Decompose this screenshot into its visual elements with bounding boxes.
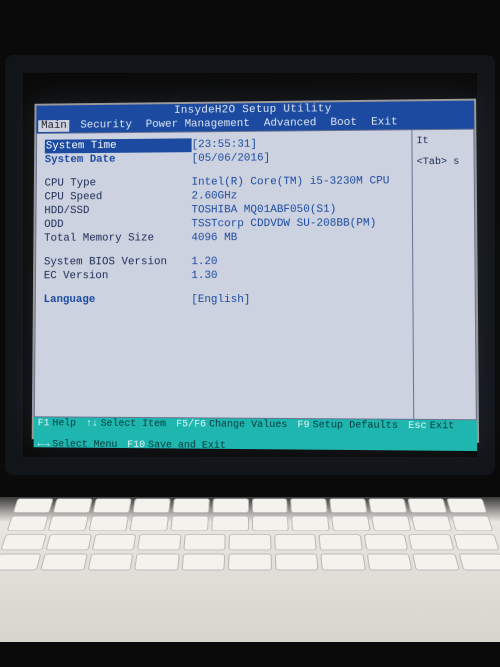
ec-ver-value: 1.30 <box>191 269 217 283</box>
bios-version-row: System BIOS Version1.20 <box>44 255 404 270</box>
language-value[interactable]: [English] <box>191 293 250 307</box>
arrows-select-menu: ←→Select Menu <box>37 439 117 451</box>
system-time-label: System Time <box>45 138 192 153</box>
menu-tab-power[interactable]: Power Management <box>143 118 253 131</box>
cpu-type-label: CPU Type <box>44 176 191 191</box>
f1-help: F1Help <box>38 418 76 429</box>
main-panel: System Time [23:55:31] System Date [05/0… <box>35 130 414 419</box>
menu-tab-security[interactable]: Security <box>77 119 134 131</box>
menu-tab-boot[interactable]: Boot <box>327 117 360 129</box>
cpu-type-value: Intel(R) Core(TM) i5-3230M CPU <box>191 174 389 189</box>
help-panel: It <Tab> s <box>412 130 475 420</box>
cpu-speed-value: 2.60GHz <box>191 189 237 203</box>
hdd-label: HDD/SSD <box>44 204 191 219</box>
system-date-value[interactable]: [05/06/2016] <box>192 151 271 166</box>
memory-label: Total Memory Size <box>44 231 191 245</box>
hdd-value: TOSHIBA MQ01ABF050(S1) <box>191 203 336 218</box>
f10-save: F10Save and Exit <box>127 440 226 452</box>
language-row[interactable]: Language [English] <box>44 293 405 307</box>
odd-value: TSSTcorp CDDVDW SU-208BB(PM) <box>191 217 376 232</box>
bios-ver-value: 1.20 <box>191 255 217 269</box>
system-time-value[interactable]: [23:55:31] <box>192 138 257 152</box>
f9-defaults: F9Setup Defaults <box>297 420 398 432</box>
language-label: Language <box>44 293 192 307</box>
f56-change: F5/F6Change Values <box>176 419 287 431</box>
bios-screen: InsydeH2O Setup Utility Main Security Po… <box>32 99 479 443</box>
menu-tab-advanced[interactable]: Advanced <box>261 117 320 129</box>
odd-row: ODDTSSTcorp CDDVDW SU-208BB(PM) <box>44 216 404 232</box>
help-text: <Tab> s <box>417 157 470 168</box>
esc-exit: EscExit <box>408 421 454 433</box>
system-date-label: System Date <box>45 152 192 167</box>
bios-ver-label: System BIOS Version <box>44 255 191 269</box>
ec-version-row: EC Version1.30 <box>44 269 404 284</box>
ec-ver-label: EC Version <box>44 269 192 283</box>
memory-value: 4096 MB <box>191 231 237 245</box>
memory-row: Total Memory Size4096 MB <box>44 230 404 245</box>
cpu-speed-label: CPU Speed <box>44 190 191 205</box>
cpu-type-row: CPU TypeIntel(R) Core(TM) i5-3230M CPU <box>44 174 403 190</box>
menu-tab-main[interactable]: Main <box>38 120 70 132</box>
laptop-keyboard <box>0 497 500 642</box>
odd-label: ODD <box>44 217 191 231</box>
arrows-select-item: ↑↓Select Item <box>86 419 166 431</box>
help-title: It <box>416 136 469 147</box>
footer-bar: F1Help ↑↓Select Item F5/F6Change Values … <box>34 417 478 451</box>
menu-tab-exit[interactable]: Exit <box>368 116 401 128</box>
